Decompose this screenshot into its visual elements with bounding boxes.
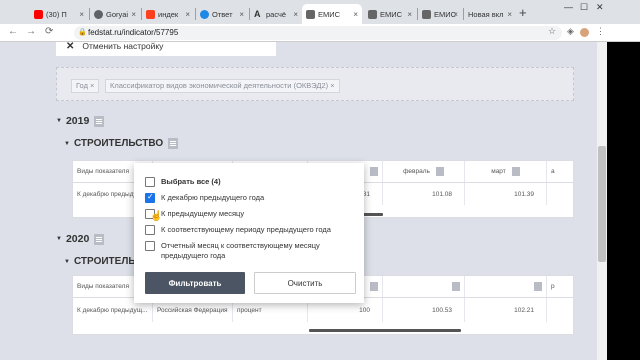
close-tab-icon[interactable]: × xyxy=(507,10,512,19)
tab-youtube[interactable]: (30) П × xyxy=(30,4,88,24)
close-icon: ✕ xyxy=(66,42,75,52)
close-tab-icon[interactable]: × xyxy=(353,10,358,19)
tab-yandex[interactable]: индек × xyxy=(142,4,194,24)
collapse-icon: ▼ xyxy=(64,258,70,265)
clear-button[interactable]: Очистить xyxy=(254,272,356,294)
section-construction-2019[interactable]: ▼ СТРОИТЕЛЬСТВО xyxy=(64,138,179,149)
checkbox[interactable] xyxy=(145,241,155,251)
table-cell: 101.39 xyxy=(465,183,547,205)
document-icon[interactable] xyxy=(94,233,105,245)
option-select-all[interactable]: Выбрать все (4) xyxy=(145,177,221,187)
document-icon[interactable] xyxy=(435,167,444,176)
filter-button[interactable]: Фильтровать xyxy=(145,272,245,294)
tab-answers[interactable]: Ответ × xyxy=(196,4,248,24)
page-scrollbar-thumb[interactable] xyxy=(598,146,606,262)
yandex-icon xyxy=(146,9,155,19)
option-to-december[interactable]: К декабрю предыдущего года xyxy=(145,192,264,203)
header-cell: р xyxy=(547,276,573,297)
letter-a-icon: A xyxy=(254,8,261,19)
table-cell xyxy=(547,183,573,205)
filter-chips-area: Год × Классификатор видов экономической … xyxy=(56,67,574,101)
youtube-icon xyxy=(34,9,43,19)
table-cell: 101.08 xyxy=(383,183,465,205)
checkbox[interactable] xyxy=(145,225,155,235)
close-tab-icon[interactable]: × xyxy=(131,10,136,19)
document-icon[interactable] xyxy=(452,282,460,291)
header-cell xyxy=(465,276,547,297)
chip-okved[interactable]: Классификатор видов экономической деятел… xyxy=(105,79,340,93)
new-tab-button[interactable]: + xyxy=(519,5,527,20)
back-icon[interactable]: ← xyxy=(8,26,18,37)
tab-emiss-3[interactable]: ЕМИС × xyxy=(418,4,462,24)
table-scrollbar[interactable] xyxy=(309,329,461,332)
lock-icon: 🔒 xyxy=(78,29,87,36)
emblem-icon xyxy=(422,9,431,19)
close-tab-icon[interactable]: × xyxy=(407,10,412,19)
checkbox[interactable] xyxy=(145,177,155,187)
collapse-icon: ▼ xyxy=(56,236,62,242)
url-text: fedstat.ru/indicator/57795 xyxy=(88,28,179,37)
document-icon[interactable] xyxy=(168,138,179,149)
maximize-icon[interactable]: ☐ xyxy=(580,2,588,13)
option-report-month[interactable]: Отчетный месяц к соответствующему месяцу… xyxy=(145,241,345,261)
collapse-icon: ▼ xyxy=(56,118,62,124)
tab-emiss-2[interactable]: ЕМИС × xyxy=(364,4,416,24)
close-tab-icon[interactable]: × xyxy=(293,10,298,19)
filter-popup: Выбрать все (4) К декабрю предыдущего го… xyxy=(134,163,364,303)
table-cell: 102.21 xyxy=(465,298,547,322)
document-icon[interactable] xyxy=(511,167,520,176)
header-cell-february: февраль xyxy=(383,161,465,182)
header-cell-april: а xyxy=(547,161,573,182)
tab-calc[interactable]: A расчё × xyxy=(250,4,302,24)
document-icon[interactable] xyxy=(370,282,378,291)
document-icon[interactable] xyxy=(370,167,378,176)
browser-tab-bar: (30) П × Goryai × индек × Ответ × A расч… xyxy=(0,0,640,24)
close-tab-icon[interactable]: × xyxy=(79,10,84,19)
close-tab-icon[interactable]: × xyxy=(185,10,190,19)
emblem-icon xyxy=(368,9,377,19)
extension-icon[interactable]: ◈ xyxy=(567,26,574,37)
google-icon xyxy=(94,9,103,19)
checkbox-checked[interactable] xyxy=(145,192,155,203)
screen: (30) П × Goryai × индек × Ответ × A расч… xyxy=(0,0,640,360)
tab-google[interactable]: Goryai × xyxy=(90,4,140,24)
minimize-icon[interactable]: — xyxy=(564,2,573,12)
menu-icon[interactable]: ⋮ xyxy=(596,26,605,37)
reload-icon[interactable]: ⟳ xyxy=(45,26,53,37)
header-cell-march: март xyxy=(465,161,547,182)
table-cell xyxy=(547,298,573,322)
year-2019-header[interactable]: ▼ 2019 xyxy=(56,115,105,127)
url-bar[interactable]: 🔒 fedstat.ru/indicator/57795 xyxy=(74,26,562,40)
option-to-same-period[interactable]: К соответствующему периоду предыдущего г… xyxy=(145,225,331,235)
document-icon[interactable] xyxy=(94,115,105,127)
forward-icon[interactable]: → xyxy=(26,26,36,37)
table-cell: 100.53 xyxy=(383,298,465,322)
address-toolbar: ← → ⟳ 🔒 fedstat.ru/indicator/57795 ☆ ◈ ⋮ xyxy=(0,24,640,42)
answers-icon xyxy=(200,9,209,19)
bookmark-star-icon[interactable]: ☆ xyxy=(548,26,556,37)
chip-year[interactable]: Год × xyxy=(71,79,100,93)
document-icon[interactable] xyxy=(534,282,542,291)
close-tab-icon[interactable]: × xyxy=(239,10,244,19)
tab-new[interactable]: Новая вкл × xyxy=(464,4,516,24)
close-window-icon[interactable]: ✕ xyxy=(596,2,604,13)
cancel-settings-button[interactable]: ✕ Отменить настройку xyxy=(56,42,276,56)
black-margin xyxy=(607,42,640,360)
section-construction-2020[interactable]: ▼ СТРОИТЕЛЬС xyxy=(64,256,143,267)
tab-emiss-active[interactable]: ЕМИС × xyxy=(302,4,362,24)
mouse-pointer-icon: ☝ xyxy=(150,211,163,222)
close-tab-icon[interactable]: × xyxy=(453,10,458,19)
emblem-icon xyxy=(306,9,315,19)
avatar[interactable] xyxy=(580,28,589,37)
collapse-icon: ▼ xyxy=(64,140,70,147)
year-2020-header[interactable]: ▼ 2020 xyxy=(56,233,105,245)
header-cell xyxy=(383,276,465,297)
